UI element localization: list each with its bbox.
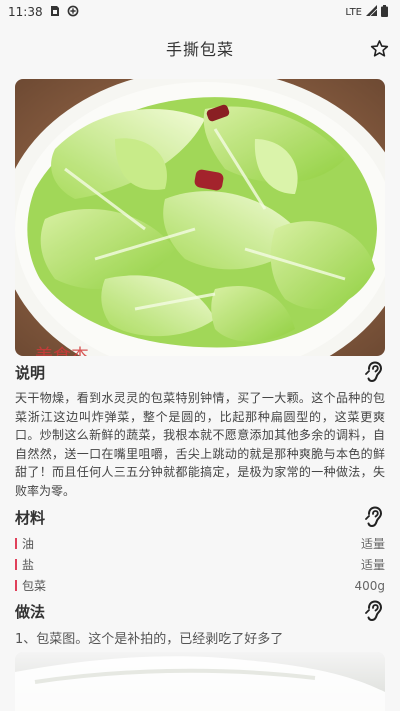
ear-icon — [365, 600, 383, 622]
method-title: 做法 — [15, 602, 46, 621]
status-time: 11:38 — [8, 5, 43, 19]
ingredient-amount: 适量 — [360, 558, 385, 572]
ingredient-list: 油 适量 盐 适量 包菜 400g — [15, 533, 385, 596]
ear-icon — [365, 361, 383, 383]
step-image — [15, 652, 385, 711]
ear-icon — [365, 506, 383, 528]
step-text: 1、包菜图。这个是补拍的，已经剥吃了好多了 — [15, 632, 284, 647]
svg-text:美食杰: 美食杰 — [35, 346, 89, 356]
description-title: 说明 — [15, 363, 46, 382]
description-header: 说明 — [15, 360, 385, 384]
ingredient-amount: 400g — [354, 578, 385, 593]
page-title: 手撕包菜 — [165, 40, 234, 59]
method-header: 做法 — [15, 599, 385, 623]
ingredient-row: 盐 适量 — [15, 554, 385, 575]
signal-icon — [366, 5, 378, 19]
listen-description-button[interactable] — [363, 360, 385, 384]
network-type: LTE — [345, 6, 362, 18]
description-text: 天干物燥，看到水灵灵的包菜特别钟情，买了一大颗。这个品种的包菜浙江这边叫炸弹菜，… — [15, 391, 385, 498]
ingredients-header: 材料 — [15, 505, 385, 529]
ingredient-name: 包菜 — [22, 579, 47, 593]
recipe-hero-image: 美食杰 — [15, 79, 385, 356]
sim-card-icon — [50, 5, 60, 20]
ingredient-row: 包菜 400g — [15, 575, 385, 596]
ingredient-marker — [15, 538, 17, 549]
status-bar: 11:38 LTE — [0, 0, 400, 24]
data-saver-icon — [67, 5, 79, 20]
listen-method-button[interactable] — [363, 599, 385, 623]
ingredient-marker — [15, 559, 17, 570]
ingredient-row: 油 适量 — [15, 533, 385, 554]
battery-icon — [381, 4, 388, 20]
ingredient-name: 油 — [22, 537, 35, 551]
ingredient-name: 盐 — [22, 558, 35, 572]
title-bar: 手撕包菜 — [0, 24, 400, 72]
favorite-button[interactable] — [369, 38, 389, 58]
ingredient-marker — [15, 580, 17, 591]
ingredients-title: 材料 — [15, 508, 46, 527]
star-icon — [370, 39, 388, 57]
listen-ingredients-button[interactable] — [363, 505, 385, 529]
ingredient-amount: 适量 — [360, 537, 385, 551]
